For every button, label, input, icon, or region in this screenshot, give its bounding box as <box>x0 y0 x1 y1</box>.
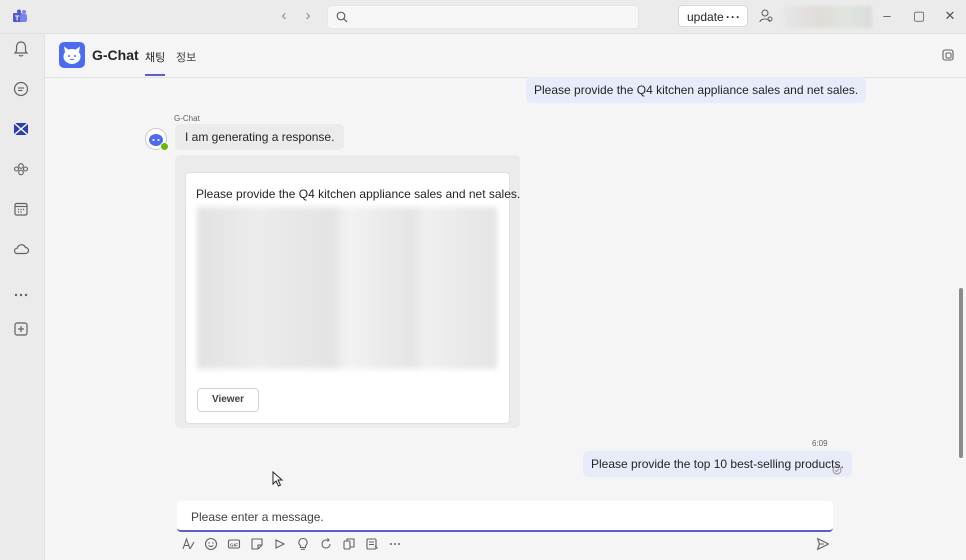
bot-card-message: Please provide the Q4 kitchen appliance … <box>175 155 520 428</box>
update-label: update <box>687 10 724 24</box>
chat-icon[interactable] <box>12 80 30 98</box>
send-icon[interactable] <box>816 537 830 551</box>
tab-info[interactable]: 정보 <box>176 49 196 65</box>
compose-box[interactable] <box>177 501 833 532</box>
message-input[interactable] <box>189 508 793 526</box>
bell-icon[interactable] <box>12 40 30 58</box>
search-input[interactable] <box>327 5 639 29</box>
app-rail <box>0 34 45 560</box>
active-tab-indicator <box>145 74 165 76</box>
minimize-icon[interactable]: – <box>878 7 896 25</box>
chat-header: G-Chat 채팅 정보 <box>45 34 966 78</box>
presence-available-icon <box>160 142 169 151</box>
search-icon <box>336 11 348 23</box>
more-apps-icon[interactable] <box>12 286 30 304</box>
adaptive-card: Please provide the Q4 kitchen appliance … <box>185 172 520 424</box>
more-actions-icon[interactable] <box>388 537 402 551</box>
more-options-icon[interactable]: ··· <box>726 6 741 28</box>
svg-text:GIF: GIF <box>230 542 238 548</box>
tab-chat[interactable]: 채팅 <box>145 49 165 65</box>
maximize-icon[interactable]: ▢ <box>910 7 928 25</box>
person-settings-icon[interactable] <box>759 8 773 24</box>
schedule-message-icon[interactable] <box>365 537 379 551</box>
sent-check-icon <box>832 465 842 475</box>
popout-icon[interactable] <box>942 49 954 61</box>
meet-now-icon[interactable] <box>273 537 287 551</box>
card-title: Please provide the Q4 kitchen appliance … <box>196 187 521 201</box>
attach-file-icon[interactable] <box>342 537 356 551</box>
onedrive-cloud-icon[interactable] <box>12 240 30 258</box>
teams-logo-icon: T <box>13 9 27 23</box>
close-icon[interactable]: ✕ <box>941 7 959 25</box>
emoji-icon[interactable] <box>204 537 218 551</box>
user-message-1: Please provide the Q4 kitchen appliance … <box>526 77 867 103</box>
communities-icon[interactable] <box>12 160 30 178</box>
user-message-2: Please provide the top 10 best-selling p… <box>583 451 852 477</box>
gif-icon[interactable]: GIF <box>227 537 241 551</box>
loop-icon[interactable] <box>319 537 333 551</box>
back-arrow-icon[interactable]: ‹ <box>276 8 292 24</box>
praise-icon[interactable] <box>296 537 310 551</box>
g-chat-app-icon[interactable] <box>12 120 30 138</box>
viewer-button[interactable]: Viewer <box>197 388 259 412</box>
chat-title: G-Chat <box>92 47 139 63</box>
format-icon[interactable] <box>181 537 195 551</box>
mouse-cursor-icon <box>272 471 284 487</box>
forward-arrow-icon[interactable]: › <box>300 8 316 24</box>
message-timestamp: 6:09 <box>812 439 828 448</box>
bot-face-icon <box>63 46 81 64</box>
svg-text:T: T <box>15 16 20 23</box>
sticker-icon[interactable] <box>250 537 264 551</box>
bot-status-message: I am generating a response. <box>175 124 345 150</box>
add-apps-icon[interactable] <box>12 320 30 338</box>
account-avatar[interactable] <box>784 6 872 28</box>
chat-scrollbar[interactable] <box>959 288 963 458</box>
card-content-blurred <box>197 207 497 369</box>
update-button[interactable]: update ··· <box>678 5 748 27</box>
calendar-icon[interactable] <box>12 200 30 218</box>
g-chat-avatar <box>59 42 85 68</box>
title-bar: T ‹ › update ··· – ▢ ✕ <box>0 0 966 34</box>
bot-sender-name: G-Chat <box>174 114 200 123</box>
